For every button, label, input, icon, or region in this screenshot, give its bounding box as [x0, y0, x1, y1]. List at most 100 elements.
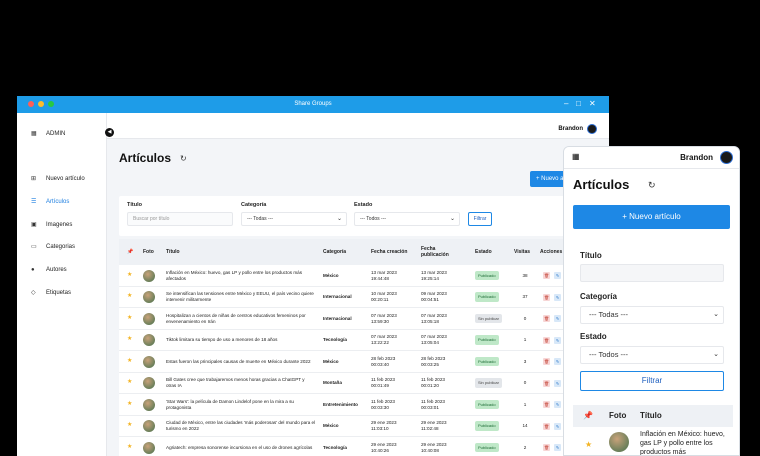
edit-icon[interactable]: ✎: [554, 293, 561, 301]
row-title[interactable]: Hospitalizan a cientos de niñas de centr…: [166, 308, 316, 329]
row-title[interactable]: 'Star Wars': la película de Damon Lindel…: [166, 394, 316, 415]
delete-icon[interactable]: 🗑: [543, 401, 550, 408]
row-status-cell: Sin publicar: [475, 308, 509, 329]
row-status-cell: Publicado: [475, 265, 509, 286]
row-title[interactable]: Ciudad de México, entre las ciudades 'má…: [166, 416, 316, 437]
row-category: México: [323, 272, 339, 278]
row-title[interactable]: Bill Gates cree que trabajaremos menos h…: [166, 373, 316, 394]
mobile-new-article-button[interactable]: + Nuevo artículo: [573, 205, 730, 229]
row-published: 11 feb 2023 00:01:20: [421, 377, 445, 388]
mobile-row-title[interactable]: Inflación en México: huevo, gas LP y pol…: [640, 430, 735, 455]
delete-icon[interactable]: 🗑: [543, 272, 550, 279]
article-photo-cell: [143, 308, 159, 329]
star-icon[interactable]: ★: [127, 437, 135, 456]
image-icon: ▣: [31, 222, 37, 228]
row-visits: 38: [522, 272, 528, 278]
edit-icon[interactable]: ✎: [554, 422, 561, 430]
table-row[interactable]: ★ Estas fueron las principales causas de …: [119, 351, 599, 373]
chevron-down-icon: ⌄: [336, 216, 342, 222]
mobile-filter-button[interactable]: Filtrar: [580, 371, 724, 391]
mobile-user-name[interactable]: Brandon: [680, 153, 713, 162]
window-titlebar: Share Groups – □ ✕: [17, 96, 609, 113]
col-titulo: Título: [166, 249, 180, 255]
minimize-icon[interactable]: –: [564, 100, 568, 108]
status-badge: Sin publicar: [475, 378, 502, 388]
star-icon[interactable]: ★: [127, 373, 135, 394]
edit-icon[interactable]: ✎: [554, 444, 561, 451]
mobile-col-foto: Foto: [609, 411, 627, 420]
table-row[interactable]: ★ Tiktok limitara su tiempo de uso a meno…: [119, 330, 599, 351]
maximize-icon[interactable]: □: [576, 100, 581, 108]
star-icon[interactable]: ★: [127, 351, 135, 372]
mobile-search-title-input[interactable]: [580, 264, 724, 282]
table-row[interactable]: ★ Bill Gates cree que trabajaremos menos …: [119, 373, 599, 394]
page-title: Artículos: [119, 151, 172, 165]
edit-icon[interactable]: ✎: [554, 272, 561, 279]
category-select[interactable]: --- Todas --- ⌄: [241, 212, 347, 226]
row-created: 13 mar 2023 19:44:48: [371, 269, 397, 281]
article-photo-cell: [143, 351, 159, 372]
refresh-icon[interactable]: ↻: [180, 154, 187, 163]
edit-icon[interactable]: ✎: [554, 379, 561, 387]
filter-button[interactable]: Filtrar: [468, 212, 492, 226]
table-row[interactable]: ★ Agriatech: empresa sonorense incursiona…: [119, 437, 599, 456]
edit-icon[interactable]: ✎: [554, 358, 561, 365]
row-created: 29 ene 2023 11:03:10: [371, 420, 397, 431]
row-status-cell: Publicado: [475, 330, 509, 351]
row-created: 11 feb 2023 00:01:49: [371, 377, 395, 388]
mobile-refresh-icon[interactable]: ↻: [648, 180, 656, 191]
mobile-avatar[interactable]: [720, 151, 733, 164]
star-icon[interactable]: ★: [127, 308, 135, 329]
user-name[interactable]: Brandon: [558, 126, 583, 132]
status-select[interactable]: --- Todos --- ⌄: [354, 212, 460, 226]
search-title-input[interactable]: Buscar por título: [127, 212, 233, 226]
star-icon[interactable]: ★: [127, 287, 135, 308]
table-row[interactable]: ★ Hospitalizan a cientos de niñas de cent…: [119, 308, 599, 330]
collapse-sidebar-icon[interactable]: ◀: [105, 128, 114, 137]
delete-icon[interactable]: 🗑: [543, 315, 550, 322]
avatar[interactable]: [587, 124, 597, 134]
delete-icon[interactable]: 🗑: [543, 293, 550, 301]
mobile-col-titulo: Título: [640, 411, 662, 420]
edit-icon[interactable]: ✎: [554, 401, 561, 408]
row-title[interactable]: Estas fueron las principales causas de m…: [166, 351, 316, 372]
mobile-categoria-label: Categoría: [580, 292, 617, 301]
row-title[interactable]: Agriatech: empresa sonorense incursiona …: [166, 437, 316, 456]
row-title[interactable]: Tiktok limitara su tiempo de uso a menor…: [166, 330, 316, 351]
mobile-table-row[interactable]: ★ Inflación en México: huevo, gas LP y p…: [573, 430, 735, 455]
row-title[interactable]: Se intensifican las tensiones entre Méxi…: [166, 287, 316, 308]
table-row[interactable]: ★ Inflación en México: huevo, gas LP y po…: [119, 265, 599, 287]
delete-icon[interactable]: 🗑: [543, 358, 550, 365]
star-icon[interactable]: ★: [127, 265, 135, 286]
status-badge: Publicado: [475, 356, 499, 367]
table-row[interactable]: ★ Ciudad de México, entre las ciudades 'm…: [119, 416, 599, 437]
mobile-status-select[interactable]: --- Todos --- ⌄: [580, 346, 724, 364]
row-published: 07 mar 2023 13:05:18: [421, 312, 447, 324]
status-badge: Publicado: [475, 292, 499, 302]
edit-icon[interactable]: ✎: [554, 336, 561, 344]
row-status-cell: Publicado: [475, 351, 509, 372]
table-row[interactable]: ★ 'Star Wars': la película de Damon Linde…: [119, 394, 599, 416]
article-photo-cell: [143, 394, 159, 415]
mobile-category-select[interactable]: --- Todas --- ⌄: [580, 306, 724, 324]
star-icon[interactable]: ★: [127, 330, 135, 351]
row-published: 09 mar 2023 00:04:51: [421, 291, 447, 302]
tag-icon: ◇: [31, 290, 36, 296]
row-created: 07 mar 2023 13:22:22: [371, 334, 397, 345]
close-icon[interactable]: ✕: [589, 100, 596, 108]
star-icon[interactable]: ★: [127, 416, 135, 437]
delete-icon[interactable]: 🗑: [543, 422, 550, 430]
delete-icon[interactable]: 🗑: [543, 379, 550, 387]
article-photo: [609, 432, 629, 452]
article-photo-cell: [143, 373, 159, 394]
window-title: Share Groups: [294, 101, 332, 107]
star-icon[interactable]: ★: [585, 440, 592, 449]
star-icon[interactable]: ★: [127, 394, 135, 415]
row-title[interactable]: Inflación en México: huevo, gas LP y pol…: [166, 265, 316, 286]
table-row[interactable]: ★ Se intensifican las tensiones entre Méx…: [119, 287, 599, 308]
grid-icon[interactable]: ▦: [572, 153, 580, 161]
delete-icon[interactable]: 🗑: [543, 444, 550, 451]
mobile-estado-label: Estado: [580, 332, 607, 341]
edit-icon[interactable]: ✎: [554, 315, 561, 322]
delete-icon[interactable]: 🗑: [543, 336, 550, 344]
